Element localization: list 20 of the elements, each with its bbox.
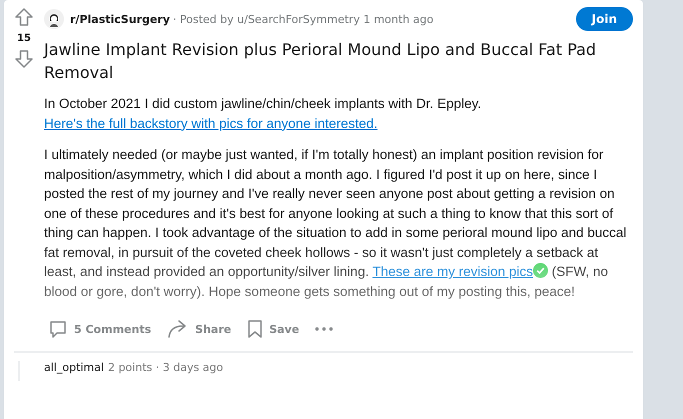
downvote-icon[interactable] xyxy=(14,49,34,69)
post-link[interactable]: These are my revision pics xyxy=(372,264,534,279)
vote-count: 15 xyxy=(17,33,31,44)
save-button[interactable]: Save xyxy=(241,315,306,343)
post-paragraph: In October 2021 I did custom jawline/chin/cheek implants with Dr. Eppley. Here's the full backstory with pics for anyone interested. xyxy=(44,95,482,133)
post-meta: · Posted by u/SearchForSymmetry 1 month ago xyxy=(172,12,434,26)
upvote-icon[interactable] xyxy=(14,7,34,27)
more-icon xyxy=(315,327,334,331)
comments-button[interactable]: 5 Comments xyxy=(42,315,158,343)
join-button[interactable]: Join xyxy=(576,7,633,31)
speech-bubble-icon xyxy=(48,319,68,339)
post-title: Jawline Implant Revision plus Perioral Mound Lipo and Buccal Fat Pad Removal xyxy=(44,39,598,84)
subreddit-avatar-icon[interactable] xyxy=(44,9,64,29)
subreddit-link[interactable]: r/PlasticSurgery xyxy=(70,12,170,26)
comment-author[interactable]: all_optimal xyxy=(44,361,104,374)
bookmark-icon xyxy=(247,319,264,339)
comment-meta: 2 points · 3 days ago xyxy=(108,361,224,374)
post-paragraph: I ultimately needed (or maybe just wanted, if I'm totally honest) an implant position revision for malposition/asymmetry, which I did about a month ago. I figured I'd post it up on here, since I posted the rest of my journey and I've really never seen anyone post about getting a revision on one of these procedures and it's best for anyone looking at such a thing to know that this sort of thing can happen. I took advantage of the situation to add in some perioral mound lipo and buccal fat removal, in pursuit of the coveted cheek hollows - so it wasn't just completely a setback at least, and instead provided an opportunity/silver lining. These are my revision pics (SFW, no blood or gore, don't worry). Hope someone gets something out of my posting this, peace! xyxy=(44,146,628,301)
share-button[interactable]: Share xyxy=(161,315,238,343)
post-link[interactable]: Here's the full backstory with pics for anyone interested. xyxy=(44,116,378,130)
